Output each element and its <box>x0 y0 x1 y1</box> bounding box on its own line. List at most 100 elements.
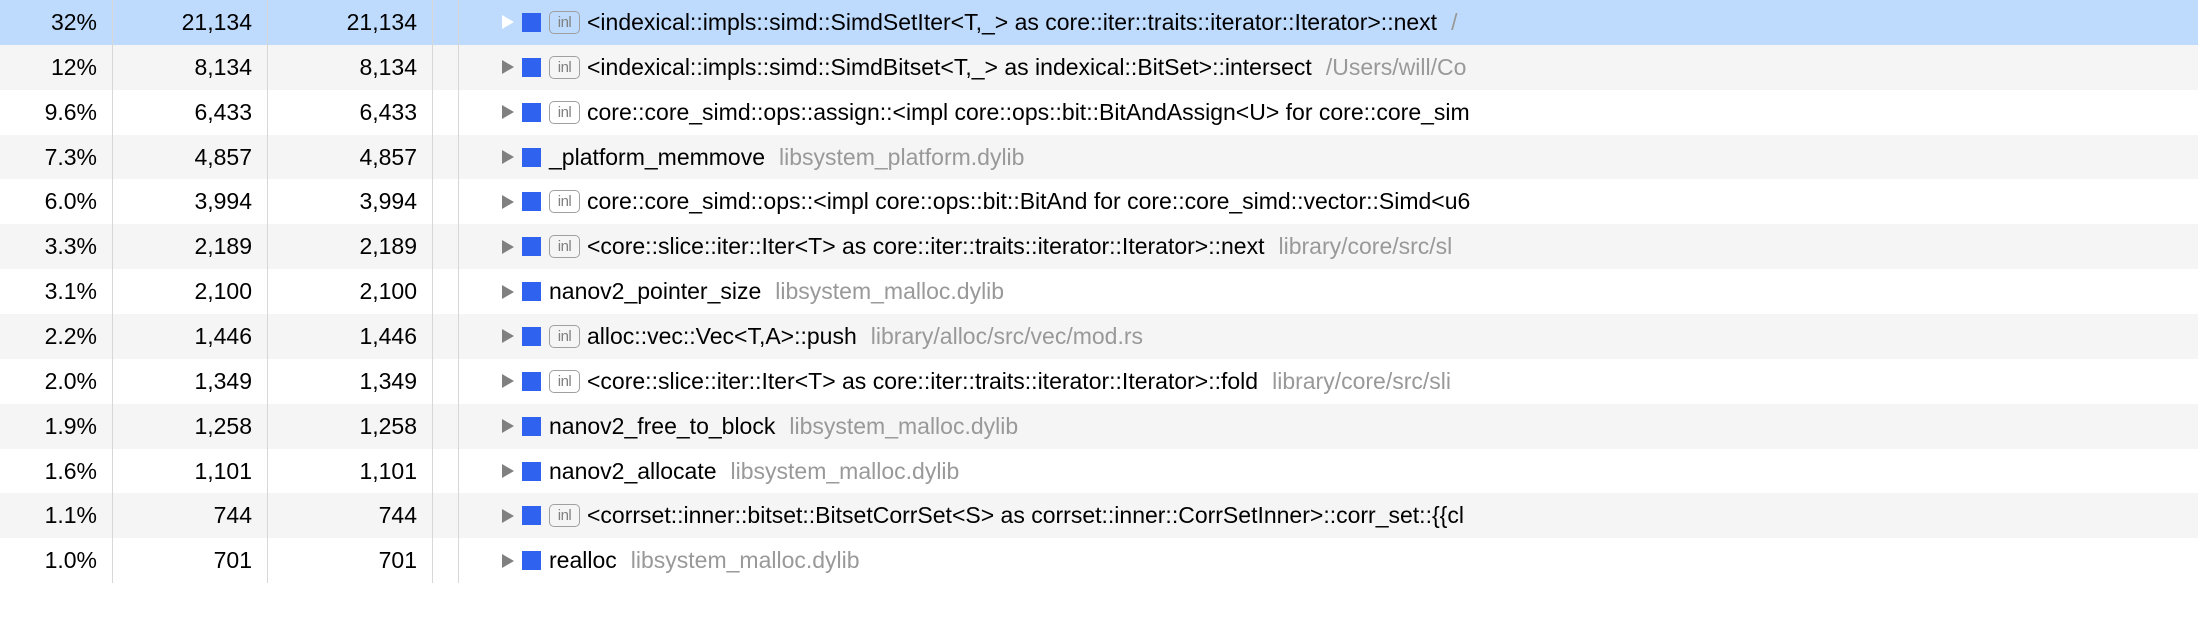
symbol-name: <indexical::impls::simd::SimdBitset<T,_>… <box>587 54 1312 81</box>
inline-badge: inl <box>549 190 580 213</box>
symbol-cell: inlalloc::vec::Vec<T,A>::pushlibrary/all… <box>459 323 2198 350</box>
self-weight: 1,349 <box>113 359 268 404</box>
total-weight: 701 <box>268 538 433 583</box>
table-row[interactable]: 2.0%1,3491,349inl<core::slice::iter::Ite… <box>0 359 2198 404</box>
spacer-column <box>433 45 459 90</box>
symbol-path: libsystem_malloc.dylib <box>775 278 1004 305</box>
spacer-column <box>433 224 459 269</box>
self-weight: 2,189 <box>113 224 268 269</box>
table-row[interactable]: 1.0%701701realloclibsystem_malloc.dylib <box>0 538 2198 583</box>
self-weight: 3,994 <box>113 179 268 224</box>
weight-percent: 3.1% <box>0 269 113 314</box>
table-row[interactable]: 1.6%1,1011,101nanov2_allocatelibsystem_m… <box>0 449 2198 494</box>
total-weight: 8,134 <box>268 45 433 90</box>
weight-percent: 1.9% <box>0 404 113 449</box>
symbol-cell: inl <core::slice::iter::Iter<T> as core::… <box>459 368 2198 395</box>
weight-percent: 1.6% <box>0 449 113 494</box>
inline-badge: inl <box>549 101 580 124</box>
self-weight: 744 <box>113 493 268 538</box>
spacer-column <box>433 90 459 135</box>
disclosure-closed-icon[interactable] <box>502 554 514 568</box>
disclosure-open-icon[interactable] <box>502 15 514 29</box>
category-color-icon <box>522 551 541 570</box>
symbol-cell: inl <indexical::impls::simd::SimdSetIter<… <box>459 9 2198 36</box>
weight-percent: 9.6% <box>0 90 113 135</box>
disclosure-closed-icon[interactable] <box>502 509 514 523</box>
spacer-column <box>433 449 459 494</box>
table-row[interactable]: 1.9%1,2581,258nanov2_free_to_blocklibsys… <box>0 404 2198 449</box>
disclosure-closed-icon[interactable] <box>502 60 514 74</box>
table-row[interactable]: 3.1%2,1002,100nanov2_pointer_sizelibsyst… <box>0 269 2198 314</box>
self-weight: 21,134 <box>113 0 268 45</box>
inline-badge: inl <box>549 325 580 348</box>
weight-percent: 2.2% <box>0 314 113 359</box>
symbol-cell: realloclibsystem_malloc.dylib <box>459 547 2198 574</box>
spacer-column <box>433 493 459 538</box>
self-weight: 4,857 <box>113 135 268 180</box>
symbol-cell: nanov2_allocatelibsystem_malloc.dylib <box>459 458 2198 485</box>
spacer-column <box>433 538 459 583</box>
disclosure-closed-icon[interactable] <box>502 329 514 343</box>
self-weight: 1,101 <box>113 449 268 494</box>
disclosure-closed-icon[interactable] <box>502 105 514 119</box>
table-row[interactable]: 12%8,1348,134inl<indexical::impls::simd:… <box>0 45 2198 90</box>
total-weight: 6,433 <box>268 90 433 135</box>
symbol-name: <core::slice::iter::Iter<T> as core::ite… <box>587 368 1258 395</box>
table-row[interactable]: 32%21,13421,134inl<indexical::impls::sim… <box>0 0 2198 45</box>
category-color-icon <box>522 58 541 77</box>
total-weight: 1,258 <box>268 404 433 449</box>
disclosure-closed-icon[interactable] <box>502 150 514 164</box>
symbol-name: nanov2_allocate <box>549 458 717 485</box>
category-color-icon <box>522 417 541 436</box>
table-row[interactable]: 7.3%4,8574,857_platform_memmovelibsystem… <box>0 135 2198 180</box>
symbol-name: <indexical::impls::simd::SimdSetIter<T,_… <box>587 9 1437 36</box>
symbol-cell: inl core::core_simd::ops::assign::<impl c… <box>459 99 2198 126</box>
table-row[interactable]: 2.2%1,4461,446inlalloc::vec::Vec<T,A>::p… <box>0 314 2198 359</box>
category-color-icon <box>522 13 541 32</box>
self-weight: 6,433 <box>113 90 268 135</box>
symbol-path: /Users/will/Co <box>1326 54 1467 81</box>
disclosure-closed-icon[interactable] <box>502 195 514 209</box>
symbol-path: library/core/src/sli <box>1272 368 1451 395</box>
category-color-icon <box>522 327 541 346</box>
symbol-name: nanov2_pointer_size <box>549 278 761 305</box>
symbol-name: nanov2_free_to_block <box>549 413 775 440</box>
table-row[interactable]: 3.3%2,1892,189inl<core::slice::iter::Ite… <box>0 224 2198 269</box>
disclosure-closed-icon[interactable] <box>502 464 514 478</box>
inline-badge: inl <box>549 11 580 34</box>
disclosure-closed-icon[interactable] <box>502 374 514 388</box>
symbol-cell: nanov2_free_to_block libsystem_malloc.dyl… <box>459 413 2198 440</box>
symbol-name: _platform_memmove <box>549 144 765 171</box>
table-row[interactable]: 9.6%6,4336,433inlcore::core_simd::ops::a… <box>0 90 2198 135</box>
weight-percent: 3.3% <box>0 224 113 269</box>
self-weight: 1,258 <box>113 404 268 449</box>
disclosure-closed-icon[interactable] <box>502 419 514 433</box>
total-weight: 1,101 <box>268 449 433 494</box>
category-color-icon <box>522 372 541 391</box>
profiler-table: 32%21,13421,134inl<indexical::impls::sim… <box>0 0 2198 583</box>
inline-badge: inl <box>549 370 580 393</box>
weight-percent: 32% <box>0 0 113 45</box>
symbol-cell: nanov2_pointer_size libsystem_malloc.dyli… <box>459 278 2198 305</box>
weight-percent: 1.0% <box>0 538 113 583</box>
symbol-name: alloc::vec::Vec<T,A>::push <box>587 323 857 350</box>
symbol-name: <core::slice::iter::Iter<T> as core::ite… <box>587 233 1264 260</box>
symbol-cell: inl <indexical::impls::simd::SimdBitset<T… <box>459 54 2198 81</box>
inline-badge: inl <box>549 56 580 79</box>
table-row[interactable]: 1.1%744744inl<corrset::inner::bitset::Bi… <box>0 493 2198 538</box>
disclosure-closed-icon[interactable] <box>502 285 514 299</box>
symbol-name: core::core_simd::ops::assign::<impl core… <box>587 99 1470 126</box>
disclosure-closed-icon[interactable] <box>502 240 514 254</box>
spacer-column <box>433 0 459 45</box>
symbol-path: libsystem_platform.dylib <box>779 144 1024 171</box>
symbol-path: libsystem_malloc.dylib <box>789 413 1018 440</box>
inline-badge: inl <box>549 504 580 527</box>
self-weight: 701 <box>113 538 268 583</box>
symbol-cell: inl <corrset::inner::bitset::BitsetCorrSe… <box>459 502 2198 529</box>
total-weight: 1,349 <box>268 359 433 404</box>
table-row[interactable]: 6.0%3,9943,994inlcore::core_simd::ops::<… <box>0 179 2198 224</box>
symbol-name: <corrset::inner::bitset::BitsetCorrSet<S… <box>587 502 1464 529</box>
category-color-icon <box>522 462 541 481</box>
total-weight: 1,446 <box>268 314 433 359</box>
total-weight: 2,100 <box>268 269 433 314</box>
